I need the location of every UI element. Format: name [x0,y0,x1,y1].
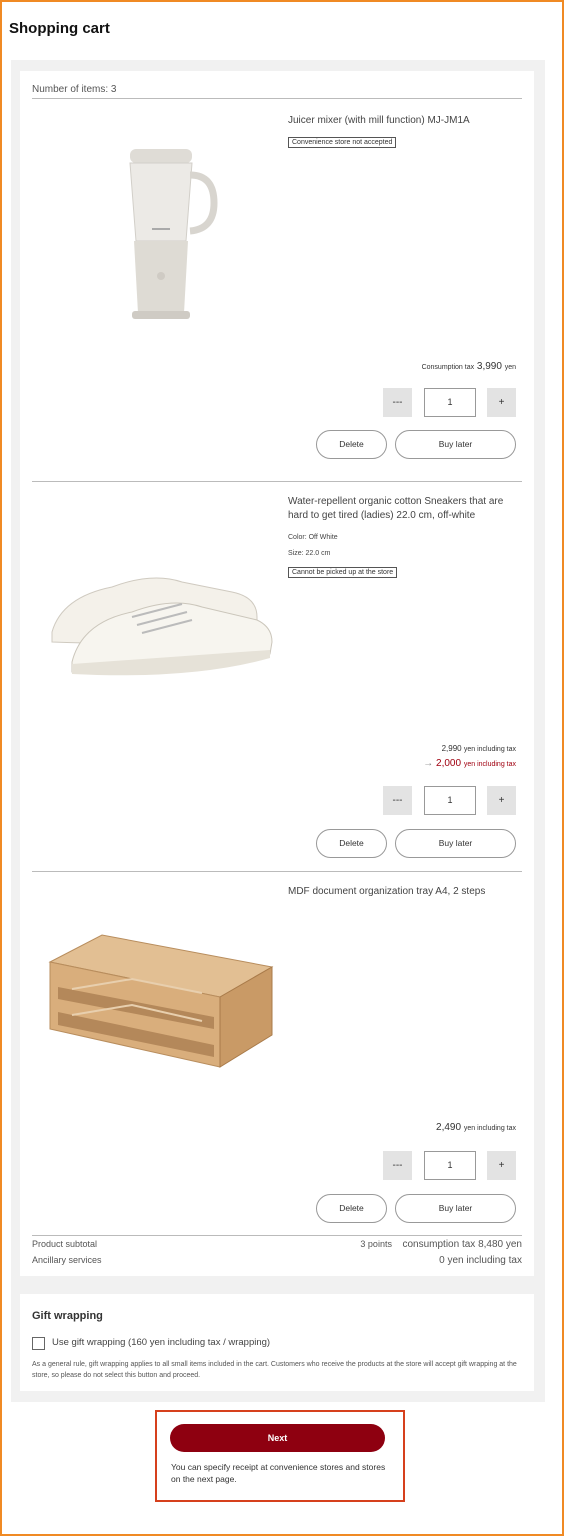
item-price: 2,490 yen including tax [436,1122,516,1133]
quantity-input[interactable]: 1 [424,786,476,815]
next-button[interactable]: Next [170,1424,385,1452]
price-label: Consumption tax [421,364,475,371]
arrow-right-icon: → [423,758,434,769]
item-name[interactable]: Water-repellent organic cotton Sneakers … [288,495,518,523]
qty-increase-button[interactable]: + [487,1151,516,1180]
item-original-price: 2,990 yen including tax [442,744,516,753]
original-price-value: 2,990 [441,744,462,753]
buy-later-button[interactable]: Buy later [395,430,516,459]
cart-item-juicer: Juicer mixer (with mill function) MJ-JM1… [32,101,522,482]
gift-wrapping-title: Gift wrapping [32,1310,103,1322]
price-value: 2,490 [436,1122,462,1133]
quantity-input[interactable]: 1 [424,388,476,417]
item-name[interactable]: Juicer mixer (with mill function) MJ-JM1… [288,114,518,128]
qty-decrease-button[interactable]: --- [383,1151,412,1180]
ancillary-services-row: Ancillary services 0 yen including tax [32,1255,522,1266]
qty-increase-button[interactable]: + [487,786,516,815]
item-size: Size: 22.0 cm [288,550,331,557]
subtotal-value-group: 3 points consumption tax 8,480 yen [360,1239,522,1250]
sneakers-image [32,542,282,692]
ancillary-value: 0 yen including tax [439,1255,522,1266]
gift-wrapping-card: Gift wrapping Use gift wrapping (160 yen… [20,1294,534,1391]
next-note: You can specify receipt at convenience s… [171,1462,386,1484]
next-step-highlight: Next You can specify receipt at convenie… [155,1410,405,1502]
cart-item-tray: MDF document organization tray A4, 2 ste… [32,872,522,1236]
juicer-mixer-image [32,141,282,341]
store-restriction-tag: Convenience store not accepted [288,137,397,148]
item-name[interactable]: MDF document organization tray A4, 2 ste… [288,885,518,899]
price-value: 3,990 [476,361,502,372]
gift-wrapping-checkbox[interactable] [32,1337,45,1350]
page-title: Shopping cart [9,20,110,37]
store-restriction-tag: Cannot be picked up at the store [288,567,398,578]
qty-decrease-button[interactable]: --- [383,786,412,815]
cart-card: Number of items: 3 Juicer mixer (with mi… [20,71,534,1276]
item-price: Consumption tax 3,990 yen [422,361,516,372]
delete-button[interactable]: Delete [316,430,387,459]
delete-button[interactable]: Delete [316,829,387,858]
product-subtotal-row: Product subtotal 3 points consumption ta… [32,1239,522,1250]
subtotal-label: Product subtotal [32,1239,98,1249]
buy-later-button[interactable]: Buy later [395,829,516,858]
cart-item-sneakers: Water-repellent organic cotton Sneakers … [32,482,522,872]
gift-wrapping-note: As a general rule, gift wrapping applies… [32,1361,517,1379]
buy-later-button[interactable]: Buy later [395,1194,516,1223]
price-unit: yen [504,364,516,371]
sale-price-unit: yen including tax [463,761,516,768]
document-tray-image [32,917,282,1077]
price-unit: yen including tax [463,1125,516,1132]
gift-wrapping-label[interactable]: Use gift wrapping (160 yen including tax… [52,1337,270,1348]
qty-increase-button[interactable]: + [487,388,516,417]
item-sale-price: → 2,000 yen including tax [423,758,516,769]
subtotal-value: consumption tax 8,480 yen [402,1239,522,1250]
sale-price-value: 2,000 [436,758,462,769]
qty-decrease-button[interactable]: --- [383,388,412,417]
items-count: Number of items: 3 [32,84,522,99]
item-color: Color: Off White [288,534,338,541]
cart-section: Number of items: 3 Juicer mixer (with mi… [11,60,545,1402]
ancillary-label: Ancillary services [32,1255,102,1265]
delete-button[interactable]: Delete [316,1194,387,1223]
points-value: 3 points [360,1239,392,1249]
original-price-unit: yen including tax [463,746,516,753]
quantity-input[interactable]: 1 [424,1151,476,1180]
